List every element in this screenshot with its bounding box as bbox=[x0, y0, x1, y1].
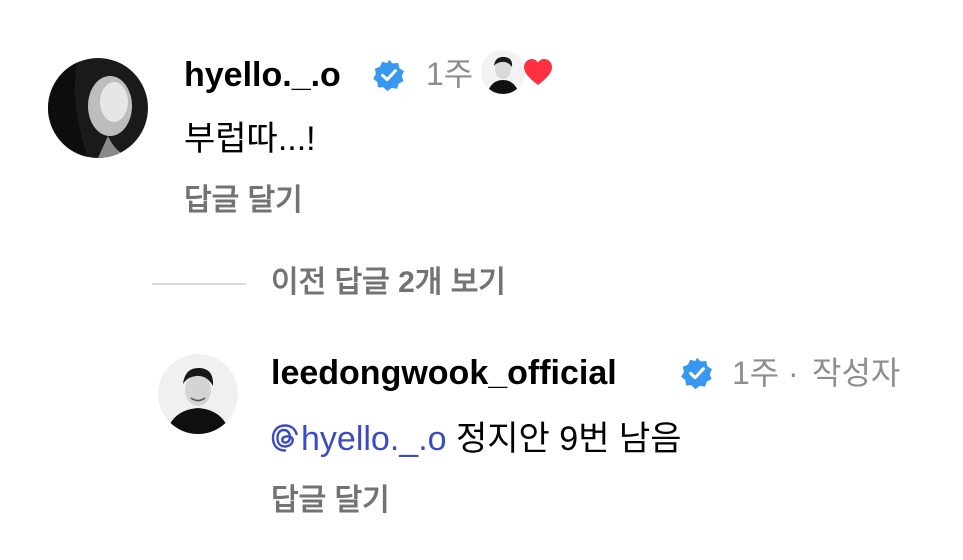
author-liked-indicator bbox=[481, 48, 561, 98]
comment-timestamp: 1주 bbox=[426, 56, 474, 92]
author-badge: 작성자 bbox=[812, 355, 901, 391]
commenter-avatar[interactable] bbox=[48, 58, 148, 158]
meta-separator: · bbox=[788, 355, 799, 391]
reply-author-avatar[interactable] bbox=[158, 354, 238, 434]
comments-thread: hyello._.o 1주 부럽따...! 답글 달기 이전 답글 2개 보기 bbox=[0, 0, 963, 560]
author-mini-avatar bbox=[481, 50, 525, 94]
comment-text: 부럽따...! bbox=[184, 120, 316, 158]
reply-author-username[interactable]: leedongwook_official bbox=[271, 356, 617, 390]
verified-badge-icon bbox=[680, 356, 714, 390]
heart-icon bbox=[523, 58, 553, 86]
reply-message: 정지안 9번 남음 bbox=[446, 420, 682, 458]
verified-badge-icon bbox=[372, 58, 406, 92]
replies-divider bbox=[152, 283, 246, 285]
reply-button[interactable]: 답글 달기 bbox=[184, 186, 303, 216]
view-previous-replies-button[interactable]: 이전 답글 2개 보기 bbox=[271, 268, 506, 298]
reply-timestamp: 1주 bbox=[732, 355, 780, 391]
mention-username[interactable]: hyello._.o bbox=[301, 420, 447, 458]
reply-text: hyello._.o 정지안 9번 남음 bbox=[271, 422, 681, 456]
reply-button[interactable]: 답글 달기 bbox=[271, 486, 390, 516]
mention-link[interactable]: hyello._.o bbox=[271, 420, 447, 458]
commenter-username[interactable]: hyello._.o bbox=[184, 58, 341, 92]
threads-icon bbox=[271, 423, 299, 453]
